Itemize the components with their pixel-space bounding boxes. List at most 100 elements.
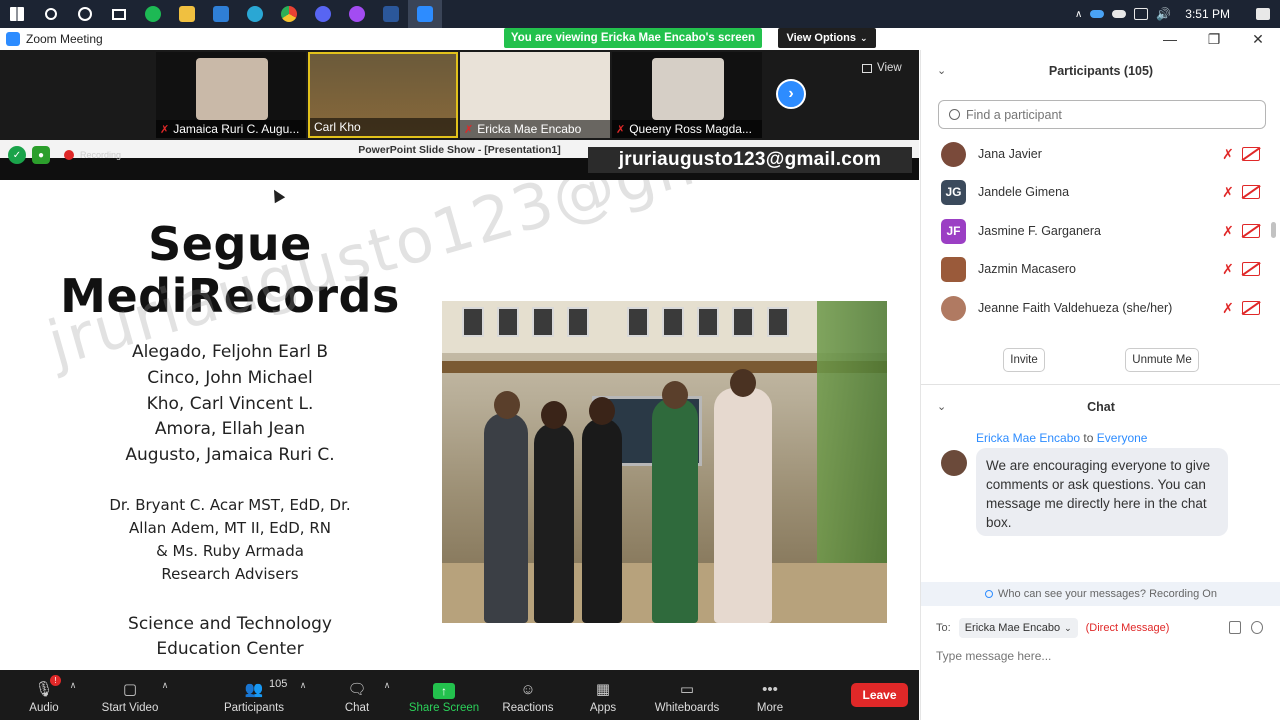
video-options-caret[interactable]: ∧ [158,670,172,720]
presentation-slide: Segue MediRecords Alegado, Feljohn Earl … [0,180,919,670]
chevron-up-icon[interactable]: ∧ [1075,9,1082,20]
next-page-arrow-icon[interactable]: › [776,79,806,109]
chat-options-caret[interactable]: ∧ [380,670,394,720]
onedrive-icon[interactable] [1090,10,1105,18]
video-thumbnail[interactable]: ✗ Ericka Mae Encabo [460,52,610,138]
recipient-row: To: Ericka Mae Encabo ⌄ (Direct Message) [936,618,1169,638]
windows-start-icon[interactable] [0,0,34,28]
apps-button[interactable]: ▦ Apps [584,670,622,720]
search-icon [949,109,960,120]
participants-options-caret[interactable]: ∧ [296,670,310,720]
windows-taskbar: ∧ 🔊 3:51 PM [0,0,1280,28]
recipient-value: Ericka Mae Encabo [964,622,1061,634]
file-explorer-icon[interactable] [170,0,204,28]
chat-message-input[interactable] [936,646,1256,666]
participant-search[interactable] [938,100,1266,129]
start-video-label: Start Video [101,702,159,714]
thumbnail-label: Carl Kho [310,118,456,136]
thumbnail-name: Queeny Ross Magda... [629,122,752,136]
invite-button[interactable]: Invite [1003,348,1045,372]
viewing-banner: You are viewing Ericka Mae Encabo's scre… [504,28,762,48]
whiteboards-button[interactable]: ▭ Whiteboards [650,670,724,720]
share-screen-button[interactable]: ↑ Share Screen [408,670,480,720]
start-video-button[interactable]: ▢ Start Video [98,670,162,720]
video-thumbnail[interactable]: Carl Kho [308,52,458,138]
avatar [941,295,966,321]
participant-row[interactable]: JG Jandele Gimena ✗ [921,173,1273,211]
participant-row[interactable]: Jeanne Faith Valdehueza (she/her) ✗ [921,289,1273,327]
audio-button[interactable]: 🎙! Audio [24,670,64,720]
leave-button[interactable]: Leave [851,683,908,707]
participants-header: Participants (105) [1048,64,1154,78]
mail-icon[interactable] [204,0,238,28]
view-button[interactable]: View [862,62,902,74]
shared-tray-icons: ✓ ● Recording [8,146,121,164]
recording-label: Recording [80,150,122,160]
mic-muted-icon: ✗ [1222,222,1234,239]
meeting-stage: ✗ Jamaica Ruri C. Augu... Carl Kho ✗ Erick… [0,50,919,670]
audio-label: Audio [29,702,59,714]
who-can-see-bar[interactable]: Who can see your messages? Recording On [921,582,1280,606]
reactions-button[interactable]: ☺ Reactions [500,670,556,720]
more-dots-icon: ••• [762,680,778,698]
share-screen-label: Share Screen [408,702,480,714]
edge-icon[interactable] [238,0,272,28]
adviser-list: Dr. Bryant C. Acar MST, EdD, Dr. Allan A… [30,494,430,586]
warning-badge: ! [50,675,61,686]
participant-search-input[interactable] [966,107,1246,122]
search-icon[interactable] [34,0,68,28]
more-button[interactable]: ••• More [752,670,788,720]
video-thumbnail[interactable]: ✗ Jamaica Ruri C. Augu... [156,52,306,138]
audio-options-caret[interactable]: ∧ [66,670,80,720]
member-list: Alegado, Feljohn Earl B Cinco, John Mich… [30,340,430,469]
zoom-taskbar-icon[interactable] [408,0,442,28]
to-label: To: [936,622,951,634]
discord-icon[interactable] [306,0,340,28]
volume-icon[interactable]: 🔊 [1156,7,1171,21]
whiteboard-icon: ▭ [679,681,695,698]
messenger-icon[interactable] [340,0,374,28]
photo-frame [567,307,589,337]
thumbnail-label: ✗ Queeny Ross Magda... [612,120,762,138]
clock[interactable]: 3:51 PM [1185,7,1230,21]
apps-icon: ▦ [595,681,611,698]
maximize-button[interactable]: ❐ [1192,28,1236,50]
participant-row[interactable]: JF Jasmine F. Garganera ✗ [921,212,1273,250]
zoom-window: ∧ 🔊 3:51 PM Zoom Meeting — ❐ ✕ You are v… [0,0,1280,720]
member-name: Cinco, John Michael [147,367,313,388]
file-icon[interactable] [1229,621,1241,634]
network-icon[interactable] [1134,8,1149,20]
word-icon[interactable] [374,0,408,28]
close-button[interactable]: ✕ [1236,28,1280,50]
photo-person [582,418,622,623]
cortana-icon[interactable] [68,0,102,28]
more-label: More [756,702,784,714]
chrome-icon[interactable] [272,0,306,28]
mic-muted-icon: ✗ [160,123,170,136]
unmute-me-button[interactable]: Unmute Me [1125,348,1199,372]
minimize-button[interactable]: — [1148,28,1192,50]
participant-row[interactable]: Jana Javier ✗ [921,135,1273,173]
view-options-button[interactable]: View Options ⌄ [778,28,876,48]
spotify-icon[interactable] [136,0,170,28]
participant-row[interactable]: Jazmin Macasero ✗ [921,250,1273,288]
emoji-icon[interactable] [1251,621,1263,634]
avatar [941,256,966,282]
task-view-icon[interactable] [102,0,136,28]
recipient-select[interactable]: Ericka Mae Encabo ⌄ [958,618,1078,638]
participant-name: Jazmin Macasero [978,262,1076,276]
message-sender[interactable]: Ericka Mae Encabo [976,431,1080,445]
chat-button[interactable]: 🗨 Chat [340,670,374,720]
notifications-icon[interactable] [1256,8,1270,20]
cloud-icon[interactable] [1112,10,1127,18]
view-label: View [877,62,902,74]
member-name: Amora, Ellah Jean [154,419,306,440]
message-recipient[interactable]: Everyone [1097,431,1148,445]
chevron-up-icon: ∧ [299,680,307,690]
participant-list-scrollbar[interactable] [1271,222,1276,238]
member-name: Alegado, Feljohn Earl B [131,342,329,362]
video-thumbnail[interactable]: ✗ Queeny Ross Magda... [612,52,762,138]
chevron-up-icon: ∧ [383,680,391,690]
participant-video [196,58,268,120]
video-off-icon [1242,185,1260,199]
